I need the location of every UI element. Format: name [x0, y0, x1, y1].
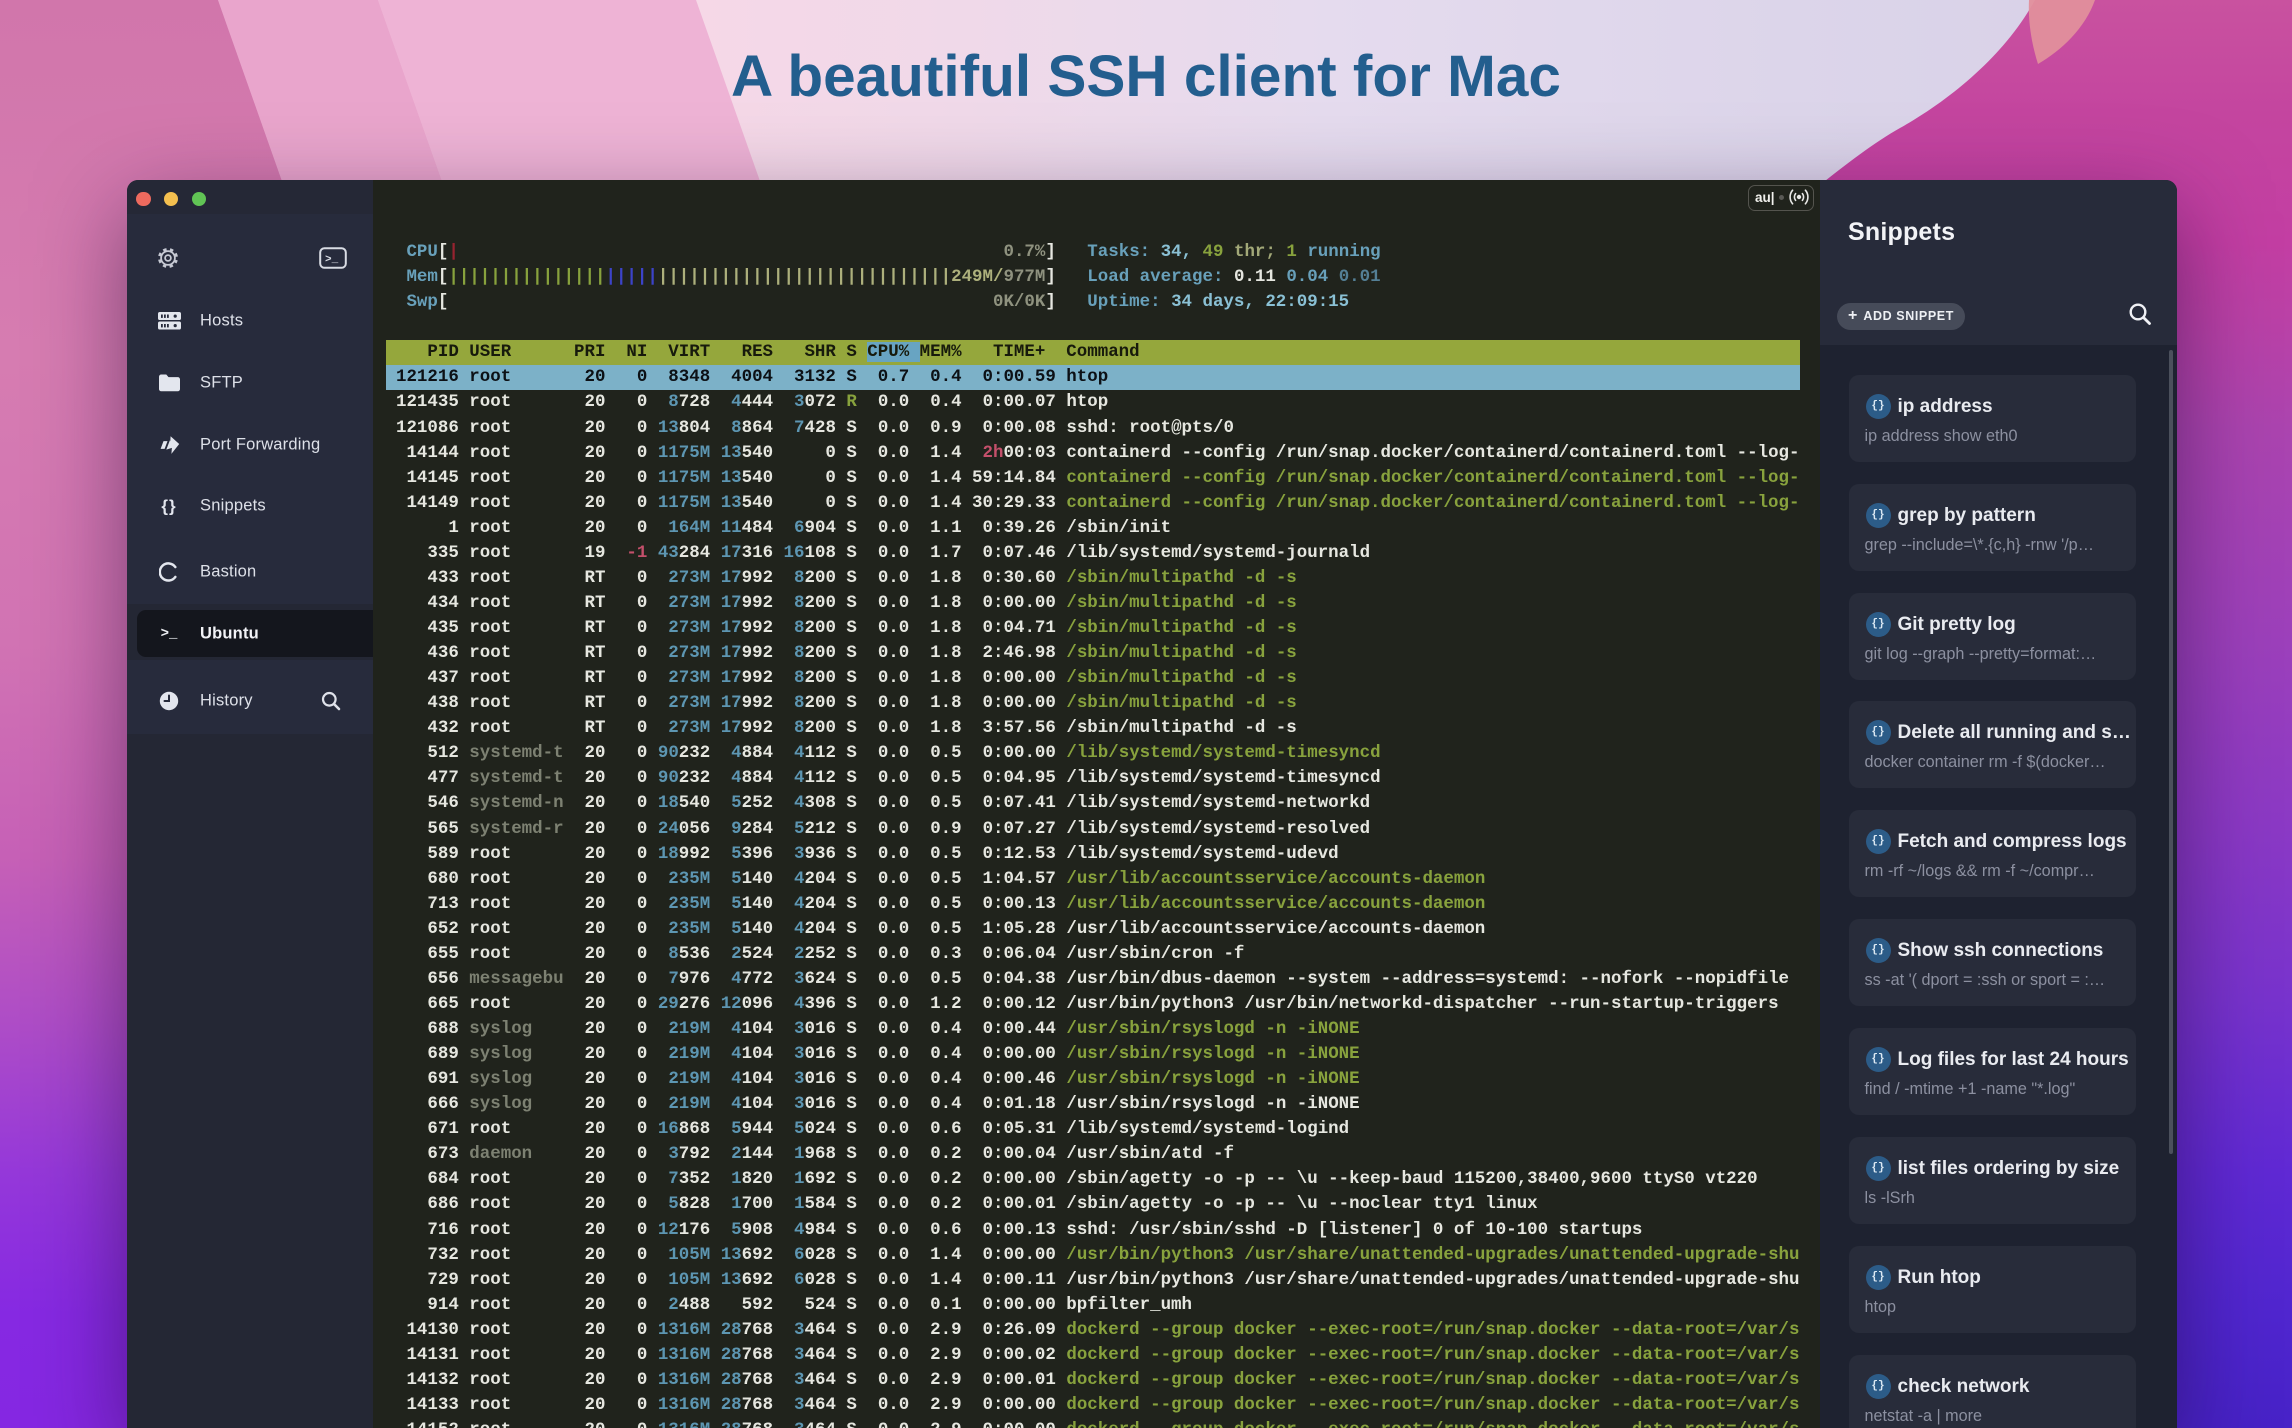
svg-text:>_: >_: [325, 254, 339, 266]
